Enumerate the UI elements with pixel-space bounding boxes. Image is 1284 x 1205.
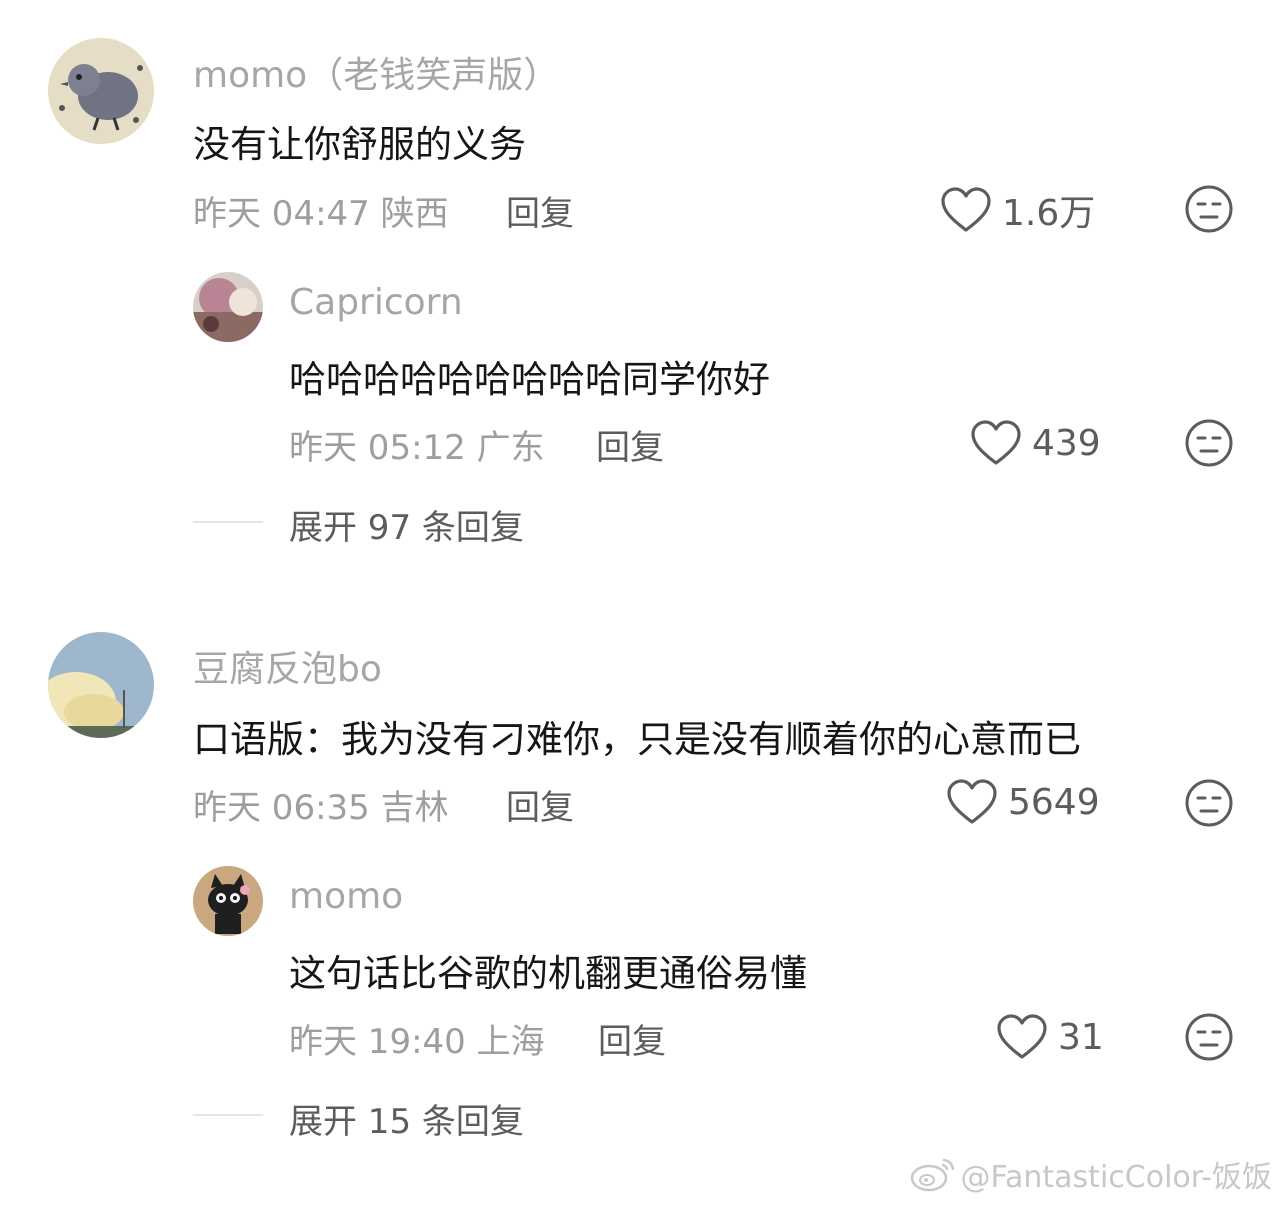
reply-button[interactable]: 回复 [598, 1014, 666, 1063]
dislike-face-icon[interactable] [1184, 1012, 1234, 1062]
reply-text: 这句话比谷歌的机翻更通俗易懂 [289, 952, 807, 995]
like-button[interactable]: 1.6万 [940, 184, 1095, 236]
sky-avatar-icon [48, 632, 154, 738]
watermark-text: @FantasticColor-饭饭 [960, 1160, 1273, 1195]
like-count: 31 [1058, 1016, 1104, 1058]
cat-avatar-icon [193, 866, 263, 936]
reply-text: 哈哈哈哈哈哈哈哈哈同学你好 [289, 358, 770, 401]
dislike-face-icon[interactable] [1184, 418, 1234, 468]
avatar[interactable] [193, 866, 263, 936]
reply-button[interactable]: 回复 [506, 186, 574, 235]
reply-author[interactable]: Capricorn [289, 282, 463, 323]
reply-meta: 昨天 19:40 上海 [289, 1022, 545, 1062]
avatar[interactable] [193, 272, 263, 342]
reply-author[interactable]: momo [289, 876, 403, 917]
avatar[interactable] [48, 632, 154, 738]
like-count: 1.6万 [1002, 193, 1096, 234]
expand-divider [193, 521, 263, 523]
comment-text: 没有让你舒服的义务 [193, 123, 526, 166]
reply-button[interactable]: 回复 [506, 780, 574, 829]
expand-replies-button[interactable]: 展开 15 条回复 [289, 1094, 524, 1143]
heart-icon [941, 187, 991, 232]
reply-meta: 昨天 05:12 广东 [289, 428, 545, 468]
weibo-logo-icon [910, 1158, 954, 1192]
avatar[interactable] [48, 38, 154, 144]
comment-meta: 昨天 04:47 陕西 [193, 194, 449, 234]
comment-author[interactable]: momo（老钱笑声版） [193, 46, 559, 98]
heart-icon [997, 1014, 1047, 1059]
girl-avatar-icon [193, 272, 263, 342]
bird-avatar-icon [48, 38, 154, 144]
expand-replies-button[interactable]: 展开 97 条回复 [289, 500, 524, 549]
comment-author[interactable]: 豆腐反泡bo [193, 640, 382, 692]
like-count: 439 [1032, 422, 1101, 464]
like-count: 5649 [1008, 781, 1100, 823]
like-button[interactable]: 439 [970, 420, 1101, 466]
heart-icon [947, 779, 997, 824]
comment-meta: 昨天 06:35 吉林 [193, 788, 449, 828]
dislike-face-icon[interactable] [1184, 184, 1234, 234]
like-button[interactable]: 5649 [946, 779, 1100, 825]
expand-divider [193, 1114, 263, 1116]
dislike-face-icon[interactable] [1184, 778, 1234, 828]
comment-text: 口语版：我为没有刁难你，只是没有顺着你的心意而已 [193, 718, 1081, 761]
heart-icon [971, 420, 1021, 465]
reply-button[interactable]: 回复 [596, 420, 664, 469]
watermark: @FantasticColor-饭饭 [909, 1152, 1273, 1196]
like-button[interactable]: 31 [996, 1014, 1104, 1060]
